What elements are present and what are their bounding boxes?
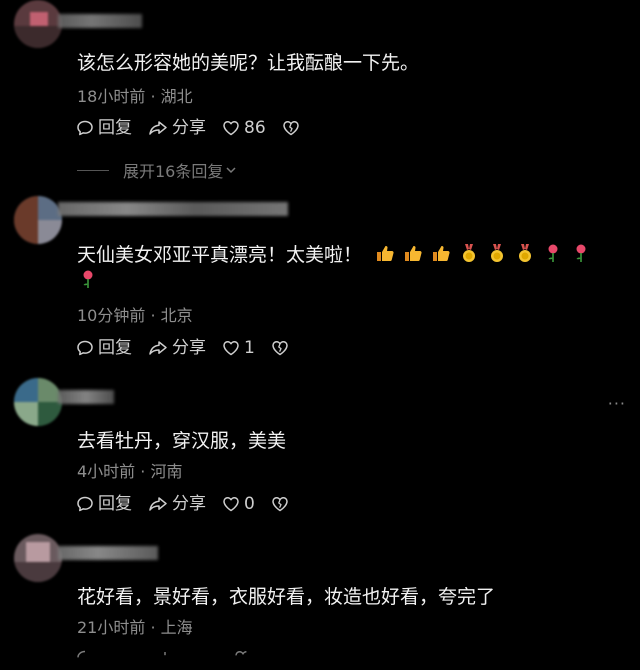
dislike-button[interactable] <box>271 339 293 357</box>
comment-time: 10分钟前 <box>77 306 146 325</box>
comment-location: 北京 <box>160 306 193 325</box>
meta-separator: · <box>145 306 161 325</box>
meta-separator: · <box>135 462 151 481</box>
share-button[interactable]: 分享 <box>148 119 206 137</box>
share-label: 分享 <box>172 337 206 358</box>
expand-replies-button[interactable]: 展开16条回复 <box>77 158 237 182</box>
heart-icon <box>235 650 247 656</box>
share-arrow-icon <box>149 341 167 355</box>
heart-icon <box>223 120 239 136</box>
comment-location: 上海 <box>160 618 193 637</box>
comment-meta: 10分钟前 · 北京 <box>77 302 193 326</box>
reply-button[interactable]: 回复 <box>76 495 132 513</box>
avatar[interactable] <box>14 0 62 48</box>
comment-actions-partial <box>76 646 272 670</box>
comment-text: 花好看，景好看，衣服好看，妆造也好看，夸完了 <box>77 586 496 608</box>
comment-actions: 回复 分享 0 <box>76 492 309 516</box>
chevron-down-icon <box>226 167 236 174</box>
reply-label: 回复 <box>98 337 132 358</box>
rose-icon <box>77 268 99 295</box>
reply-bubble-icon <box>77 120 93 136</box>
like-button[interactable]: 86 <box>222 119 266 137</box>
comment-text: 去看牡丹，穿汉服，美美 <box>77 430 287 452</box>
dislike-button[interactable] <box>271 495 293 513</box>
username-blurred[interactable] <box>58 202 288 216</box>
like-button[interactable]: 1 <box>222 339 255 357</box>
broken-heart-icon <box>282 120 299 136</box>
reply-bubble-icon <box>77 340 93 356</box>
heart-icon <box>223 340 239 356</box>
share-arrow-icon <box>149 121 167 135</box>
username-blurred[interactable] <box>58 390 114 404</box>
avatar[interactable] <box>14 196 62 244</box>
share-button[interactable]: 分享 <box>148 495 206 513</box>
share-label: 分享 <box>172 117 206 138</box>
comment-text-content: 天仙美女邓亚平真漂亮！太美啦！ <box>77 244 363 266</box>
share-arrow-icon <box>149 497 167 511</box>
share-button[interactable]: 分享 <box>148 339 206 357</box>
avatar[interactable] <box>14 534 62 582</box>
like-count: 0 <box>244 493 255 514</box>
rose-icon <box>570 242 592 269</box>
comment-text: 该怎么形容她的美呢？让我酝酿一下先。 <box>77 52 420 74</box>
more-options-button[interactable]: ··· <box>608 394 626 413</box>
reply-label: 回复 <box>98 117 132 138</box>
thumbs-up-icon <box>402 242 424 269</box>
medal-icon <box>458 242 480 269</box>
comment-actions: 回复 分享 86 <box>76 116 320 140</box>
like-button[interactable] <box>234 649 256 667</box>
rose-icon <box>542 242 564 269</box>
medal-icon <box>486 242 508 269</box>
reply-button[interactable]: 回复 <box>76 119 132 137</box>
broken-heart-icon <box>272 340 288 356</box>
like-count: 1 <box>244 337 255 358</box>
comment-text-wrap <box>71 268 99 295</box>
comment-meta: 4小时前 · 河南 <box>77 458 182 482</box>
medal-icon <box>514 242 536 269</box>
share-arrow-icon <box>164 652 166 656</box>
thumbs-up-icon <box>374 242 396 269</box>
reply-label: 回复 <box>98 493 132 514</box>
share-button[interactable] <box>154 649 178 667</box>
comment-location: 湖北 <box>160 87 193 106</box>
expand-replies-label: 展开16条回复 <box>123 162 224 181</box>
reply-button[interactable]: 回复 <box>76 339 132 357</box>
expand-divider-line <box>77 169 109 171</box>
meta-separator: · <box>145 618 161 637</box>
username-blurred[interactable] <box>58 14 142 28</box>
comment-meta: 18小时前 · 湖北 <box>77 83 193 107</box>
comment-location: 河南 <box>150 462 183 481</box>
comment-meta: 21小时前 · 上海 <box>77 614 193 638</box>
like-button[interactable]: 0 <box>222 495 255 513</box>
heart-icon <box>223 496 239 512</box>
reply-button[interactable] <box>76 649 98 667</box>
comment-time: 18小时前 <box>77 87 146 106</box>
username-blurred[interactable] <box>58 546 158 560</box>
thumbs-up-icon <box>430 242 452 269</box>
meta-separator: · <box>145 87 161 106</box>
share-label: 分享 <box>172 493 206 514</box>
broken-heart-icon <box>272 496 288 512</box>
reply-bubble-icon <box>77 650 86 658</box>
comment-time: 4小时前 <box>77 462 136 481</box>
like-count: 86 <box>244 117 266 138</box>
avatar[interactable] <box>14 378 62 426</box>
comment-text: 天仙美女邓亚平真漂亮！太美啦！ <box>77 240 592 269</box>
comment-time: 21小时前 <box>77 618 146 637</box>
dislike-button[interactable] <box>282 119 304 137</box>
comment-actions: 回复 分享 1 <box>76 336 309 360</box>
reply-bubble-icon <box>77 496 93 512</box>
